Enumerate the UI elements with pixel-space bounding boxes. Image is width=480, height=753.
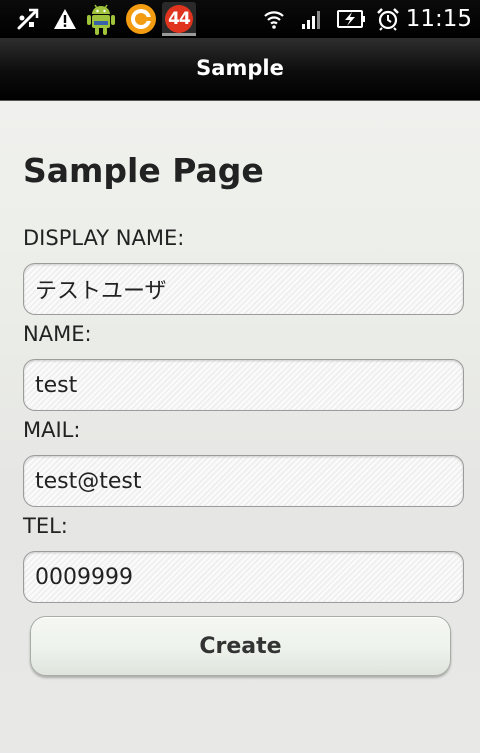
mail-label: MAIL: bbox=[23, 418, 81, 442]
mail-input[interactable] bbox=[23, 455, 464, 507]
status-clock: 11:15 bbox=[405, 6, 472, 32]
notification-count-badge: 44 bbox=[162, 2, 196, 36]
display-name-label: DISPLAY NAME: bbox=[23, 226, 185, 250]
name-input[interactable] bbox=[23, 359, 464, 411]
page-content: Sample Page DISPLAY NAME: NAME: MAIL: TE… bbox=[0, 101, 480, 753]
tel-input[interactable] bbox=[23, 551, 464, 603]
wifi-icon bbox=[262, 3, 286, 35]
notification-count: 44 bbox=[165, 5, 193, 33]
signal-icon bbox=[300, 3, 324, 35]
battery-charging-icon bbox=[334, 3, 368, 35]
app-ring-icon bbox=[124, 3, 158, 35]
name-label: NAME: bbox=[23, 322, 92, 346]
page-heading: Sample Page bbox=[23, 151, 264, 190]
app-title: Sample bbox=[196, 56, 284, 80]
display-name-input[interactable] bbox=[23, 263, 464, 315]
warning-icon bbox=[52, 3, 78, 35]
create-button[interactable]: Create bbox=[30, 616, 451, 676]
title-bar: Sample bbox=[0, 38, 480, 101]
status-bar: 44 11:15 bbox=[0, 0, 480, 38]
alarm-clock-icon bbox=[375, 3, 401, 35]
usb-debug-icon bbox=[14, 3, 42, 35]
android-icon bbox=[84, 3, 118, 35]
tel-label: TEL: bbox=[23, 514, 68, 538]
